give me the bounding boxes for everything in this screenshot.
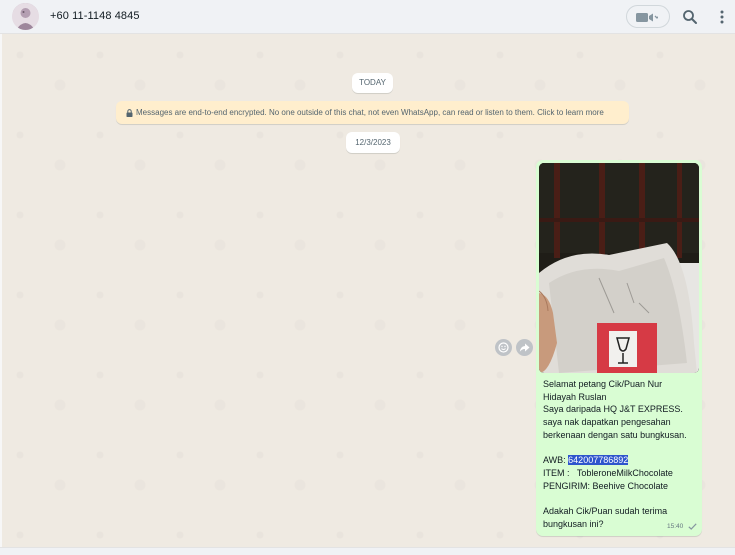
- encryption-notice[interactable]: Messages are end-to-end encrypted. No on…: [116, 101, 629, 124]
- message-line: bungkusan ini?: [543, 518, 604, 529]
- forward-button[interactable]: [516, 339, 533, 356]
- video-call-button[interactable]: [626, 5, 670, 28]
- item-line: ITEM : TobleroneMilkChocolate: [543, 467, 673, 478]
- search-icon[interactable]: [682, 9, 698, 25]
- contact-avatar[interactable]: [12, 3, 39, 30]
- video-camera-icon: [636, 13, 658, 22]
- message-line: Selamat petang Cik/Puan Nur: [543, 379, 663, 389]
- message-time: 15:40: [667, 523, 684, 530]
- message-line: Adakah Cik/Puan sudah terima: [543, 506, 668, 517]
- sent-tick-icon: [688, 523, 697, 530]
- message-text: Selamat petang Cik/Puan Nur Hidayah Rusl…: [543, 378, 699, 530]
- menu-icon[interactable]: [717, 9, 727, 25]
- composer-edge: [0, 547, 735, 555]
- forward-icon: [519, 343, 530, 352]
- awb-label: AWB:: [543, 455, 569, 466]
- react-button[interactable]: [495, 339, 512, 356]
- lock-icon: [126, 109, 133, 117]
- contact-name[interactable]: +60 11-1148 4845: [50, 10, 140, 22]
- date-label: 12/3/2023: [346, 132, 400, 153]
- emoji-icon: [498, 342, 509, 353]
- sender-line: PENGIRIM: Beehive Chocolate: [543, 480, 669, 491]
- message-line: saya nak dapatkan pengesahan: [543, 417, 671, 428]
- left-divider: [0, 34, 2, 547]
- outgoing-message-bubble[interactable]: Selamat petang Cik/Puan Nur Hidayah Rusl…: [536, 160, 702, 536]
- encryption-notice-text: Messages are end-to-end encrypted. No on…: [136, 108, 604, 117]
- message-photo[interactable]: [539, 163, 699, 373]
- message-line: Hidayah Ruslan: [543, 391, 607, 402]
- chat-header: +60 11-1148 4845: [0, 0, 735, 34]
- message-line: berkenaan dengan satu bungkusan.: [543, 429, 687, 440]
- awb-number[interactable]: 642007786892: [568, 455, 629, 466]
- message-line: Saya daripada HQ J&T EXPRESS.: [543, 404, 683, 415]
- today-label: TODAY: [352, 73, 393, 93]
